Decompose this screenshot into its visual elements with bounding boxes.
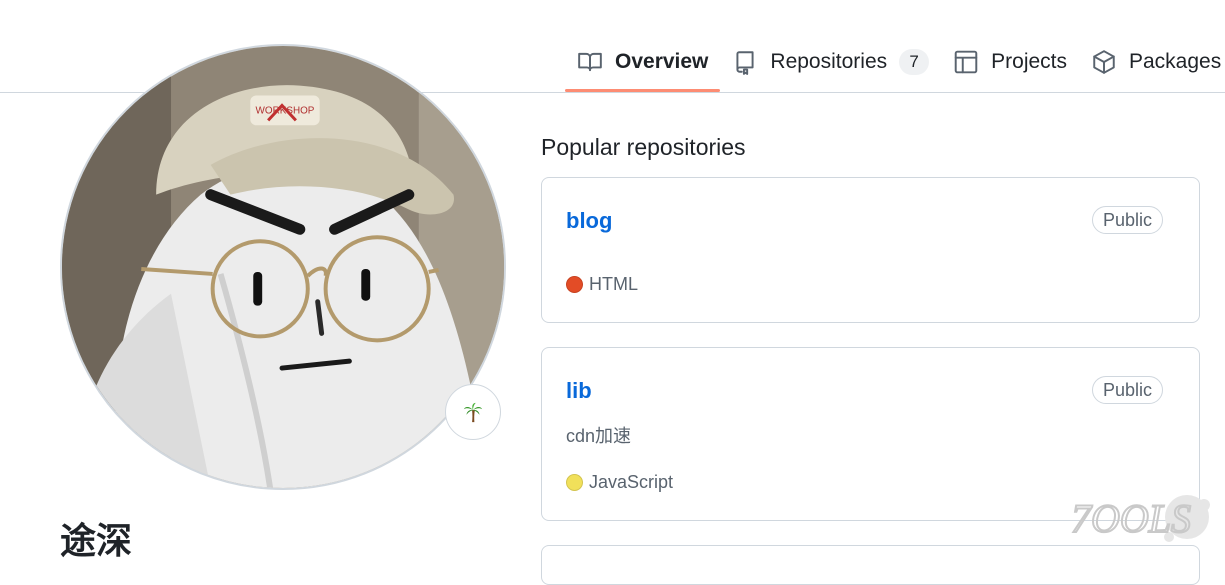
tab-label: Projects — [991, 50, 1067, 73]
repo-language: HTML — [566, 274, 638, 295]
table-icon — [954, 50, 978, 74]
repo-card-blog: blog Public HTML — [541, 177, 1200, 323]
repo-link[interactable]: lib — [566, 378, 592, 404]
tools-watermark-logo: 7OOLS — [1070, 495, 1210, 542]
book-icon — [578, 52, 602, 72]
tab-repositories[interactable]: Repositories 7 — [720, 32, 941, 92]
set-status-button[interactable] — [445, 384, 501, 440]
avatar-image: WORKSHOP — [62, 46, 504, 488]
repo-count-badge: 7 — [899, 49, 930, 75]
tab-label: Overview — [615, 50, 709, 73]
profile-name: 途深 — [60, 521, 133, 562]
tab-label: Packages — [1129, 50, 1222, 73]
language-color-dot — [566, 276, 583, 293]
language-name: HTML — [589, 274, 638, 294]
repo-link[interactable]: blog — [566, 208, 612, 234]
visibility-badge: Public — [1091, 206, 1163, 234]
palm-tree-icon — [463, 402, 483, 423]
avatar[interactable]: WORKSHOP — [60, 44, 506, 490]
popular-repos-title: Popular repositories — [541, 134, 746, 160]
repo-icon — [736, 51, 754, 75]
svg-text:7OOLS: 7OOLS — [1071, 496, 1191, 541]
tab-overview[interactable]: Overview — [565, 32, 721, 92]
tab-packages[interactable]: Packages — [1079, 32, 1225, 92]
language-name: JavaScript — [589, 472, 674, 492]
package-icon — [1093, 50, 1115, 74]
repo-description: cdn加速 — [566, 426, 632, 446]
language-color-dot — [566, 474, 583, 491]
tab-projects[interactable]: Projects — [941, 32, 1079, 92]
repo-language: JavaScript — [566, 472, 673, 493]
profile-tabs: Overview Repositories 7 Projects Package… — [565, 32, 1225, 92]
tab-label: Repositories — [770, 50, 888, 73]
visibility-badge: Public — [1091, 376, 1163, 404]
